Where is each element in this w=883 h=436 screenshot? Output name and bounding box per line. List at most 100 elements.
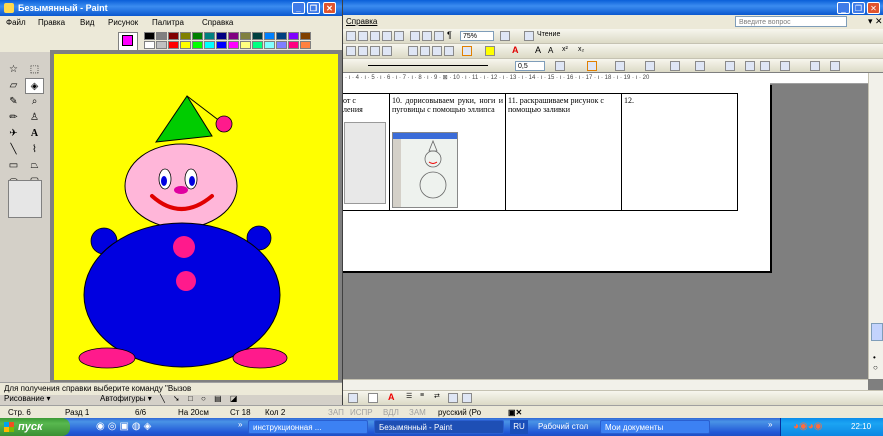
desktop-toolbar[interactable]: Рабочий стол <box>538 420 588 434</box>
palette-swatch[interactable] <box>156 41 167 49</box>
prev-page-icon[interactable]: • <box>873 353 876 362</box>
distribute-columns-icon[interactable] <box>760 61 770 71</box>
free-select-icon[interactable]: ☆ <box>4 62 23 78</box>
table-icon[interactable] <box>358 31 368 41</box>
merge-cells-icon[interactable] <box>670 61 680 71</box>
menu-file[interactable]: Файл <box>6 18 26 27</box>
palette-swatch[interactable] <box>228 32 239 40</box>
tray-icons[interactable]: ◕◉◕◉ <box>793 418 823 436</box>
dash-style-icon[interactable]: ≡ <box>420 392 424 399</box>
brush-icon[interactable]: ♙ <box>25 110 44 126</box>
paint-title-bar[interactable]: Безымянный - Paint _ ❐ ✕ <box>0 0 342 16</box>
palette-swatch[interactable] <box>288 41 299 49</box>
arrow-style-icon[interactable]: ⇄ <box>434 392 440 400</box>
line-spacing-icon[interactable] <box>382 46 392 56</box>
drawing-menu[interactable]: Рисование ▾ <box>4 394 51 403</box>
border-icon[interactable] <box>462 46 472 56</box>
palette-swatch[interactable] <box>252 41 263 49</box>
browse-object-icon[interactable]: ○ <box>873 363 878 372</box>
draw-shapes-icons[interactable]: ╲ ➘ □ ○ ▤ ◪ <box>160 394 240 403</box>
palette-swatch[interactable] <box>240 32 251 40</box>
word-minimize-button[interactable]: _ <box>837 2 850 14</box>
palette-swatch[interactable] <box>216 32 227 40</box>
fill-color-icon[interactable] <box>348 393 358 403</box>
document-page[interactable]: от с ления 10. дорисовываем руки, ноги и… <box>340 83 770 271</box>
document-map-icon[interactable] <box>422 31 432 41</box>
menu-help[interactable]: Справка <box>202 18 233 27</box>
color-picker-icon[interactable]: ✎ <box>4 94 23 110</box>
palette-swatch[interactable] <box>156 32 167 40</box>
autoshapes-menu[interactable]: Автофигуры ▾ <box>100 394 152 403</box>
reading-mode-button[interactable]: Чтение <box>537 31 560 38</box>
sort-descending-icon[interactable] <box>830 61 840 71</box>
menu-view[interactable]: Вид <box>80 18 94 27</box>
pencil-icon[interactable]: ✏ <box>4 110 23 126</box>
numbering-icon[interactable] <box>408 46 418 56</box>
paint-minimize-button[interactable]: _ <box>292 2 305 14</box>
superscript-icon[interactable]: x² <box>562 46 568 53</box>
help-icon[interactable] <box>500 31 510 41</box>
palette-swatch[interactable] <box>180 32 191 40</box>
palette-swatch[interactable] <box>144 41 155 49</box>
sort-ascending-icon[interactable] <box>810 61 820 71</box>
palette-swatch[interactable] <box>240 41 251 49</box>
scroll-thumb[interactable] <box>871 323 883 341</box>
help-close-icon[interactable]: ▾ ✕ <box>868 16 883 27</box>
palette-swatch[interactable] <box>276 41 287 49</box>
justify-icon[interactable] <box>370 46 380 56</box>
palette-swatch[interactable] <box>192 32 203 40</box>
show-marks-icon[interactable] <box>434 31 444 41</box>
decrease-indent-icon[interactable] <box>432 46 442 56</box>
menu-palette[interactable]: Палитра <box>152 18 184 27</box>
research-icon[interactable] <box>346 31 356 41</box>
outside-border-icon[interactable] <box>587 61 597 71</box>
magnifier-icon[interactable]: ⌕ <box>25 94 44 110</box>
word-title-bar[interactable]: _ ❐ ✕ <box>340 0 883 15</box>
shrink-font-icon[interactable]: A <box>548 46 553 55</box>
columns-icon[interactable] <box>394 31 404 41</box>
subscript-icon[interactable]: x₂ <box>578 46 584 53</box>
vertical-scrollbar[interactable]: • ○ <box>868 73 883 379</box>
line-style-select[interactable] <box>368 65 488 66</box>
border-color-icon[interactable] <box>555 61 565 71</box>
3d-icon[interactable] <box>462 393 472 403</box>
task-paint[interactable]: Безымянный - Paint <box>374 420 504 434</box>
drawing-toggle-icon[interactable] <box>410 31 420 41</box>
word-close-button[interactable]: ✕ <box>867 2 880 14</box>
palette-swatch[interactable] <box>216 41 227 49</box>
palette-swatch[interactable] <box>204 32 215 40</box>
task-my-documents[interactable]: Мои документы <box>600 420 710 434</box>
line-tool-icon[interactable]: ╲ <box>4 142 23 158</box>
reading-mode-icon[interactable] <box>524 31 534 41</box>
zoom-select[interactable]: 75% <box>460 31 494 41</box>
curve-tool-icon[interactable]: ⌇ <box>25 142 44 158</box>
drawing-canvas[interactable] <box>54 54 338 380</box>
word-maximize-button[interactable]: ❐ <box>852 2 865 14</box>
menu-edit[interactable]: Правка <box>38 18 65 27</box>
fill-bucket-icon[interactable]: ◈ <box>25 78 44 94</box>
paint-maximize-button[interactable]: ❐ <box>307 2 320 14</box>
pilcrow-icon[interactable]: ¶ <box>447 30 452 40</box>
excel-icon[interactable] <box>382 31 392 41</box>
menu-image[interactable]: Рисунок <box>108 18 138 27</box>
quick-launch-icons[interactable]: ◉◎▣◍◈ <box>96 421 154 432</box>
clock[interactable]: 22:10 <box>851 418 871 436</box>
palette-swatch[interactable] <box>168 41 179 49</box>
bullets-icon[interactable] <box>420 46 430 56</box>
palette-swatch[interactable] <box>252 32 263 40</box>
shading-icon[interactable] <box>615 61 625 71</box>
palette-swatch[interactable] <box>264 41 275 49</box>
language-indicator[interactable]: RU <box>510 420 528 434</box>
highlight-icon[interactable] <box>485 46 495 56</box>
palette-swatch[interactable] <box>264 32 275 40</box>
line-color-icon[interactable] <box>368 393 378 403</box>
eraser-icon[interactable]: ▱ <box>4 78 23 94</box>
polygon-tool-icon[interactable]: ⏢ <box>25 158 44 174</box>
rect-select-icon[interactable]: ⬚ <box>25 62 44 78</box>
align-right-icon[interactable] <box>358 46 368 56</box>
autoformat-icon[interactable] <box>780 61 790 71</box>
shadow-icon[interactable] <box>448 393 458 403</box>
start-button[interactable]: пуск <box>0 418 70 436</box>
distribute-rows-icon[interactable] <box>745 61 755 71</box>
palette-swatch[interactable] <box>144 32 155 40</box>
